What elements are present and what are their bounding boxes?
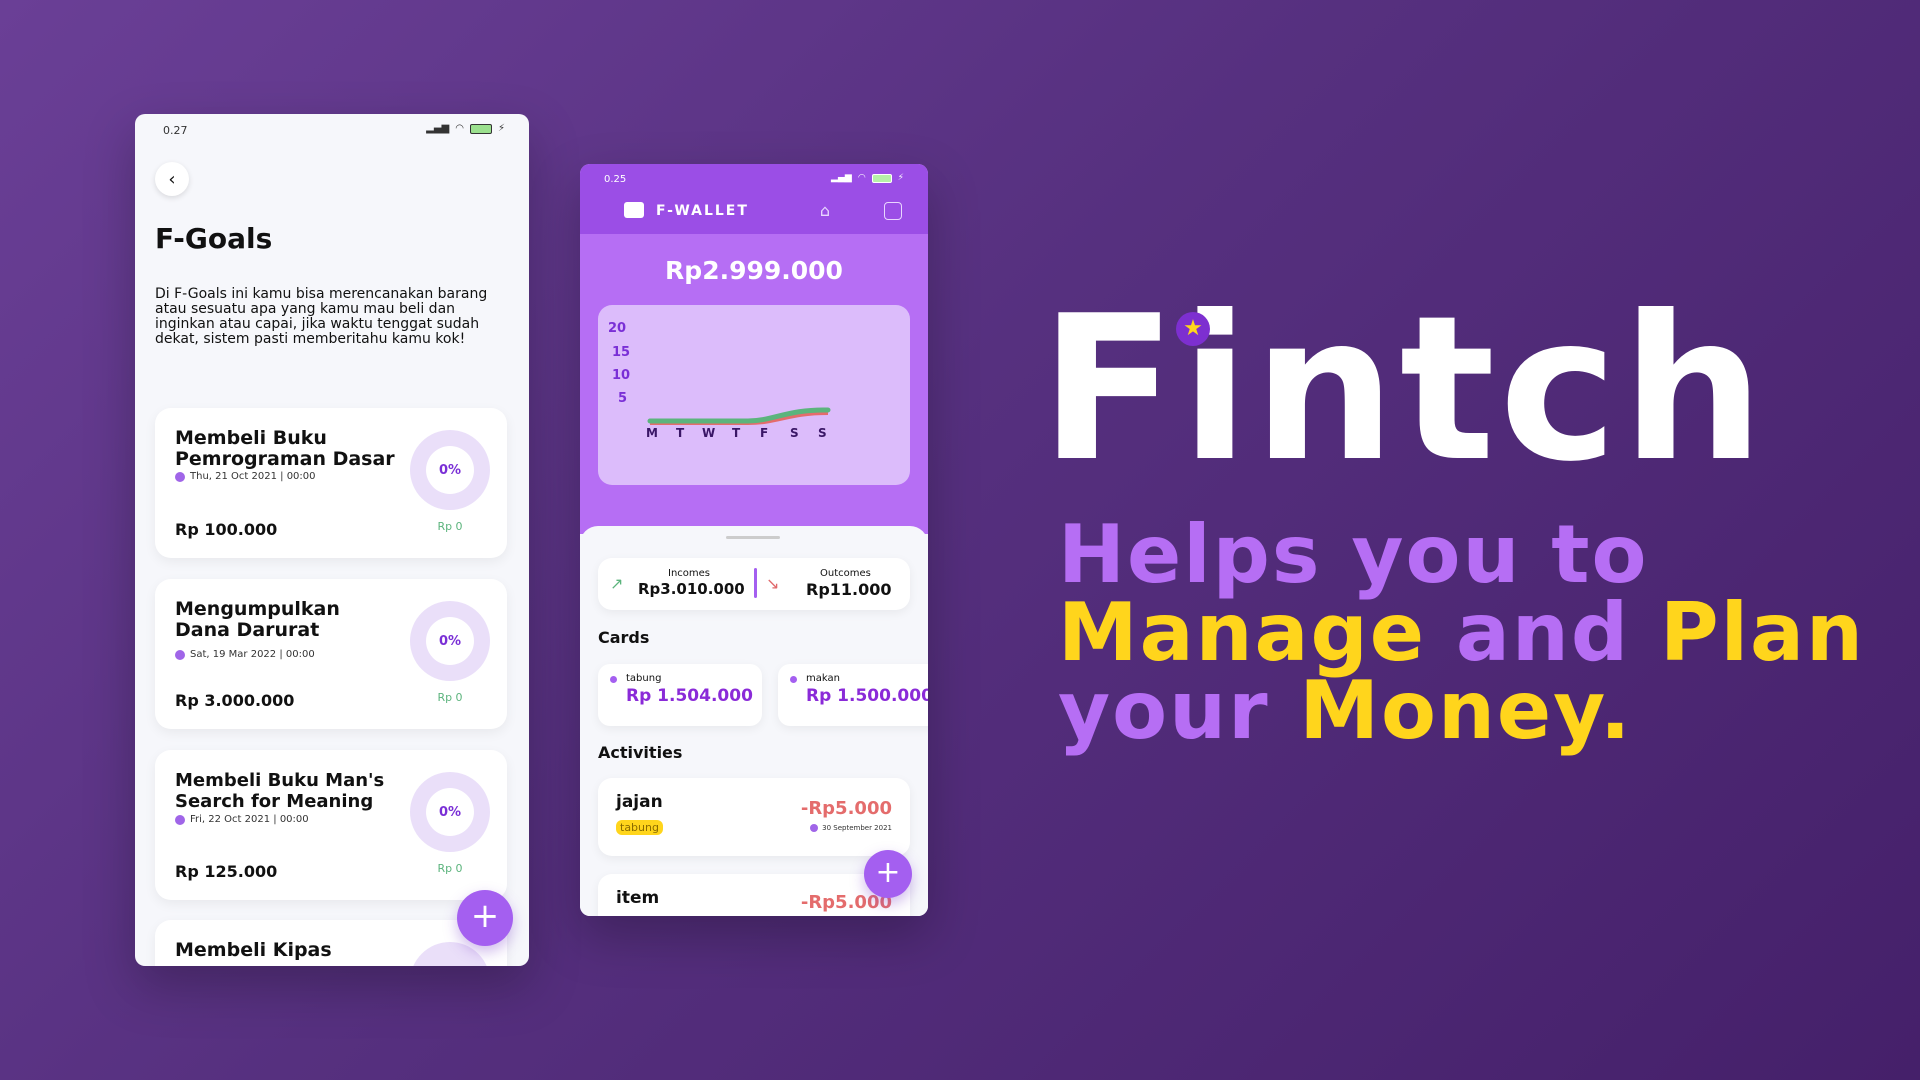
activity-name: jajan xyxy=(616,792,663,812)
card-amount: Rp 1.504.000 xyxy=(626,686,753,706)
tagline-word: Money. xyxy=(1299,664,1633,757)
progress-ring: 0% xyxy=(410,430,490,510)
chevron-left-icon: ‹ xyxy=(168,168,176,190)
goal-card[interactable]: Membeli Kipas xyxy=(155,920,507,966)
x-tick: F xyxy=(760,426,768,440)
profile-icon[interactable] xyxy=(884,202,902,220)
x-tick: W xyxy=(702,426,715,440)
activity-item[interactable]: jajan tabung -Rp5.000 30 September 2021 xyxy=(598,778,910,856)
charging-icon: ⚡ xyxy=(497,123,505,134)
card-name: tabung xyxy=(626,673,662,684)
x-tick: T xyxy=(732,426,741,440)
goal-amount: Rp 3.000.000 xyxy=(175,691,295,710)
weekly-chart: 20 15 10 5 M T W T F S S xyxy=(598,305,910,485)
outcomes-value: Rp11.000 xyxy=(806,580,892,599)
tagline-word: your xyxy=(1058,664,1270,757)
progress-percent: 0% xyxy=(426,446,474,494)
trending-down-icon: ↘ xyxy=(766,574,780,593)
app-bar: 0.25 ▂▄▆ ◠ ⚡ F-WALLET ⌂ xyxy=(580,164,928,234)
chart-svg: 20 15 10 5 M T W T F S S xyxy=(608,321,831,440)
goal-saved-amount: Rp 0 xyxy=(437,520,463,533)
x-tick: T xyxy=(676,426,685,440)
app-title: F-WALLET xyxy=(656,203,749,219)
status-bar: 0.25 ▂▄▆ ◠ ⚡ xyxy=(580,164,928,192)
y-tick: 10 xyxy=(612,368,630,383)
drag-handle[interactable] xyxy=(726,536,780,539)
progress-ring: 0% xyxy=(410,772,490,852)
goal-card[interactable]: Membeli Buku Pemrograman Dasar Thu, 21 O… xyxy=(155,408,507,558)
status-bar: 0.27 ▂▄▆ ◠ ⚡ xyxy=(135,114,529,148)
activities-section-title: Activities xyxy=(598,743,683,762)
goal-amount: Rp 125.000 xyxy=(175,862,278,881)
goal-card[interactable]: Membeli Buku Man's Search for Meaning Fr… xyxy=(155,750,507,900)
incomes-value: Rp3.010.000 xyxy=(638,580,745,598)
activity-item[interactable]: item -Rp5.000 xyxy=(598,874,910,916)
wallet-phone-screen: 0.25 ▂▄▆ ◠ ⚡ F-WALLET ⌂ Rp2.999.000 20 1… xyxy=(580,164,928,916)
goal-deadline: Sat, 19 Mar 2022 | 00:00 xyxy=(175,649,315,660)
goal-deadline: Fri, 22 Oct 2021 | 00:00 xyxy=(175,814,309,825)
y-tick: 5 xyxy=(618,391,627,406)
star-icon: ★ xyxy=(1176,312,1210,346)
goal-amount: Rp 100.000 xyxy=(175,520,278,539)
y-tick: 20 xyxy=(608,321,626,336)
activity-name: item xyxy=(616,888,660,908)
clock-icon xyxy=(175,814,185,825)
battery-icon xyxy=(871,173,892,183)
clock-icon xyxy=(810,824,819,832)
activity-card-tag: tabung xyxy=(616,820,663,835)
card-item[interactable]: makan Rp 1.500.000 xyxy=(778,664,928,726)
goal-name: Membeli Kipas xyxy=(175,939,332,961)
page-description: Di F-Goals ini kamu bisa merencanakan ba… xyxy=(155,286,488,347)
incomes-label: Incomes xyxy=(668,568,711,579)
goal-name: Membeli Buku Pemrograman Dasar xyxy=(175,427,395,470)
clock-icon xyxy=(175,471,185,482)
progress-ring: 0% xyxy=(410,601,490,681)
tagline-word: Plan xyxy=(1659,586,1865,679)
card-amount: Rp 1.500.000 xyxy=(806,686,928,706)
goals-phone-screen: 0.27 ▂▄▆ ◠ ⚡ ‹ F-Goals Di F-Goals ini ka… xyxy=(135,114,529,966)
goal-deadline: Thu, 21 Oct 2021 | 00:00 xyxy=(175,471,316,482)
y-tick: 15 xyxy=(612,345,630,360)
goal-name: Membeli Buku Man's Search for Meaning xyxy=(175,770,385,812)
card-name: makan xyxy=(806,673,840,684)
x-tick: M xyxy=(646,426,658,440)
brand-logo: Fintch xyxy=(1040,273,1769,506)
back-button[interactable]: ‹ xyxy=(155,162,189,196)
goal-saved-amount: Rp 0 xyxy=(437,862,463,875)
trending-up-icon: ↗ xyxy=(610,574,624,593)
page-title: F-Goals xyxy=(155,222,273,255)
plus-icon: + xyxy=(875,855,901,890)
signal-icon: ▂▄▆ xyxy=(426,123,450,134)
plus-icon: + xyxy=(470,896,500,936)
progress-percent: 0% xyxy=(426,617,474,665)
wifi-icon: ◠ xyxy=(455,123,464,134)
progress-ring xyxy=(410,942,490,966)
income-outcome-summary: ↗ Incomes Rp3.010.000 ↘ Outcomes Rp11.00… xyxy=(598,558,910,610)
wifi-icon: ◠ xyxy=(857,173,866,183)
x-tick: S xyxy=(818,426,827,440)
goal-saved-amount: Rp 0 xyxy=(437,691,463,704)
cards-section-title: Cards xyxy=(598,628,650,647)
activity-amount: -Rp5.000 xyxy=(800,798,892,819)
signal-icon: ▂▄▆ xyxy=(831,173,852,183)
goal-name: Mengumpulkan Dana Darurat xyxy=(175,598,340,641)
outcomes-label: Outcomes xyxy=(820,568,871,579)
status-time: 0.27 xyxy=(163,124,188,137)
total-balance: Rp2.999.000 xyxy=(665,256,843,285)
charging-icon: ⚡ xyxy=(897,173,904,183)
battery-icon xyxy=(469,123,492,134)
x-tick: S xyxy=(790,426,799,440)
progress-percent: 0% xyxy=(426,788,474,836)
add-goal-button[interactable]: + xyxy=(457,890,513,946)
home-icon[interactable]: ⌂ xyxy=(816,202,834,220)
goal-card[interactable]: Mengumpulkan Dana Darurat Sat, 19 Mar 20… xyxy=(155,579,507,729)
clock-icon xyxy=(175,649,185,660)
card-item[interactable]: tabung Rp 1.504.000 xyxy=(598,664,762,726)
status-time: 0.25 xyxy=(604,174,627,185)
tagline: Helps you to Manage and Plan your Money. xyxy=(1058,515,1865,751)
activity-date: 30 September 2021 xyxy=(810,824,892,832)
wallet-icon xyxy=(624,202,644,218)
add-activity-button[interactable]: + xyxy=(864,850,912,898)
